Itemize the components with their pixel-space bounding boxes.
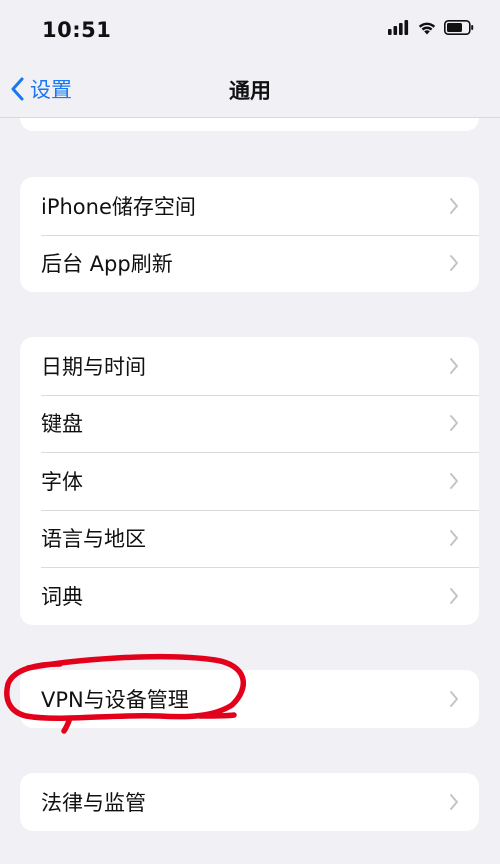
chevron-right-icon: [450, 587, 458, 604]
chevron-right-icon: [450, 690, 458, 707]
settings-group-storage: iPhone储存空间 后台 App刷新: [20, 177, 479, 292]
row-keyboard[interactable]: 键盘: [20, 394, 479, 453]
row-date-time[interactable]: 日期与时间: [20, 337, 479, 395]
status-bar: 10:51: [0, 0, 500, 60]
settings-group-locale: 日期与时间 键盘 字体 语言与地区 词典: [20, 337, 479, 625]
row-label: 词典: [41, 584, 83, 609]
row-dictionary[interactable]: 词典: [20, 567, 479, 625]
chevron-right-icon: [450, 530, 458, 547]
status-time: 10:51: [42, 18, 112, 42]
row-label: iPhone储存空间: [41, 194, 196, 219]
navigation-bar: 设置 通用: [0, 60, 500, 118]
settings-group-legal: 法律与监管: [20, 773, 479, 831]
chevron-right-icon: [450, 255, 458, 272]
chevron-right-icon: [450, 472, 458, 489]
chevron-right-icon: [450, 197, 458, 214]
row-label: 日期与时间: [41, 354, 146, 379]
row-label: 语言与地区: [41, 527, 146, 552]
row-fonts[interactable]: 字体: [20, 452, 479, 510]
row-label: VPN与设备管理: [41, 687, 189, 712]
chevron-right-icon: [450, 357, 458, 374]
row-label: 键盘: [41, 412, 83, 437]
settings-group-vpn: VPN与设备管理: [20, 670, 479, 728]
battery-icon: [444, 20, 474, 39]
row-iphone-storage[interactable]: iPhone储存空间: [20, 177, 479, 235]
row-label: 法律与监管: [41, 790, 146, 815]
status-icons: [388, 20, 474, 39]
row-legal-regulatory[interactable]: 法律与监管: [20, 773, 479, 831]
row-label: 字体: [41, 469, 83, 494]
row-vpn-device-management[interactable]: VPN与设备管理: [20, 670, 479, 728]
row-background-app-refresh[interactable]: 后台 App刷新: [20, 234, 479, 293]
row-language-region[interactable]: 语言与地区: [20, 509, 479, 568]
cellular-icon: [388, 20, 410, 39]
chevron-right-icon: [450, 793, 458, 810]
page-title: 通用: [229, 79, 271, 103]
row-label: 后台 App刷新: [41, 252, 173, 277]
chevron-right-icon: [450, 415, 458, 432]
wifi-icon: [417, 20, 437, 39]
